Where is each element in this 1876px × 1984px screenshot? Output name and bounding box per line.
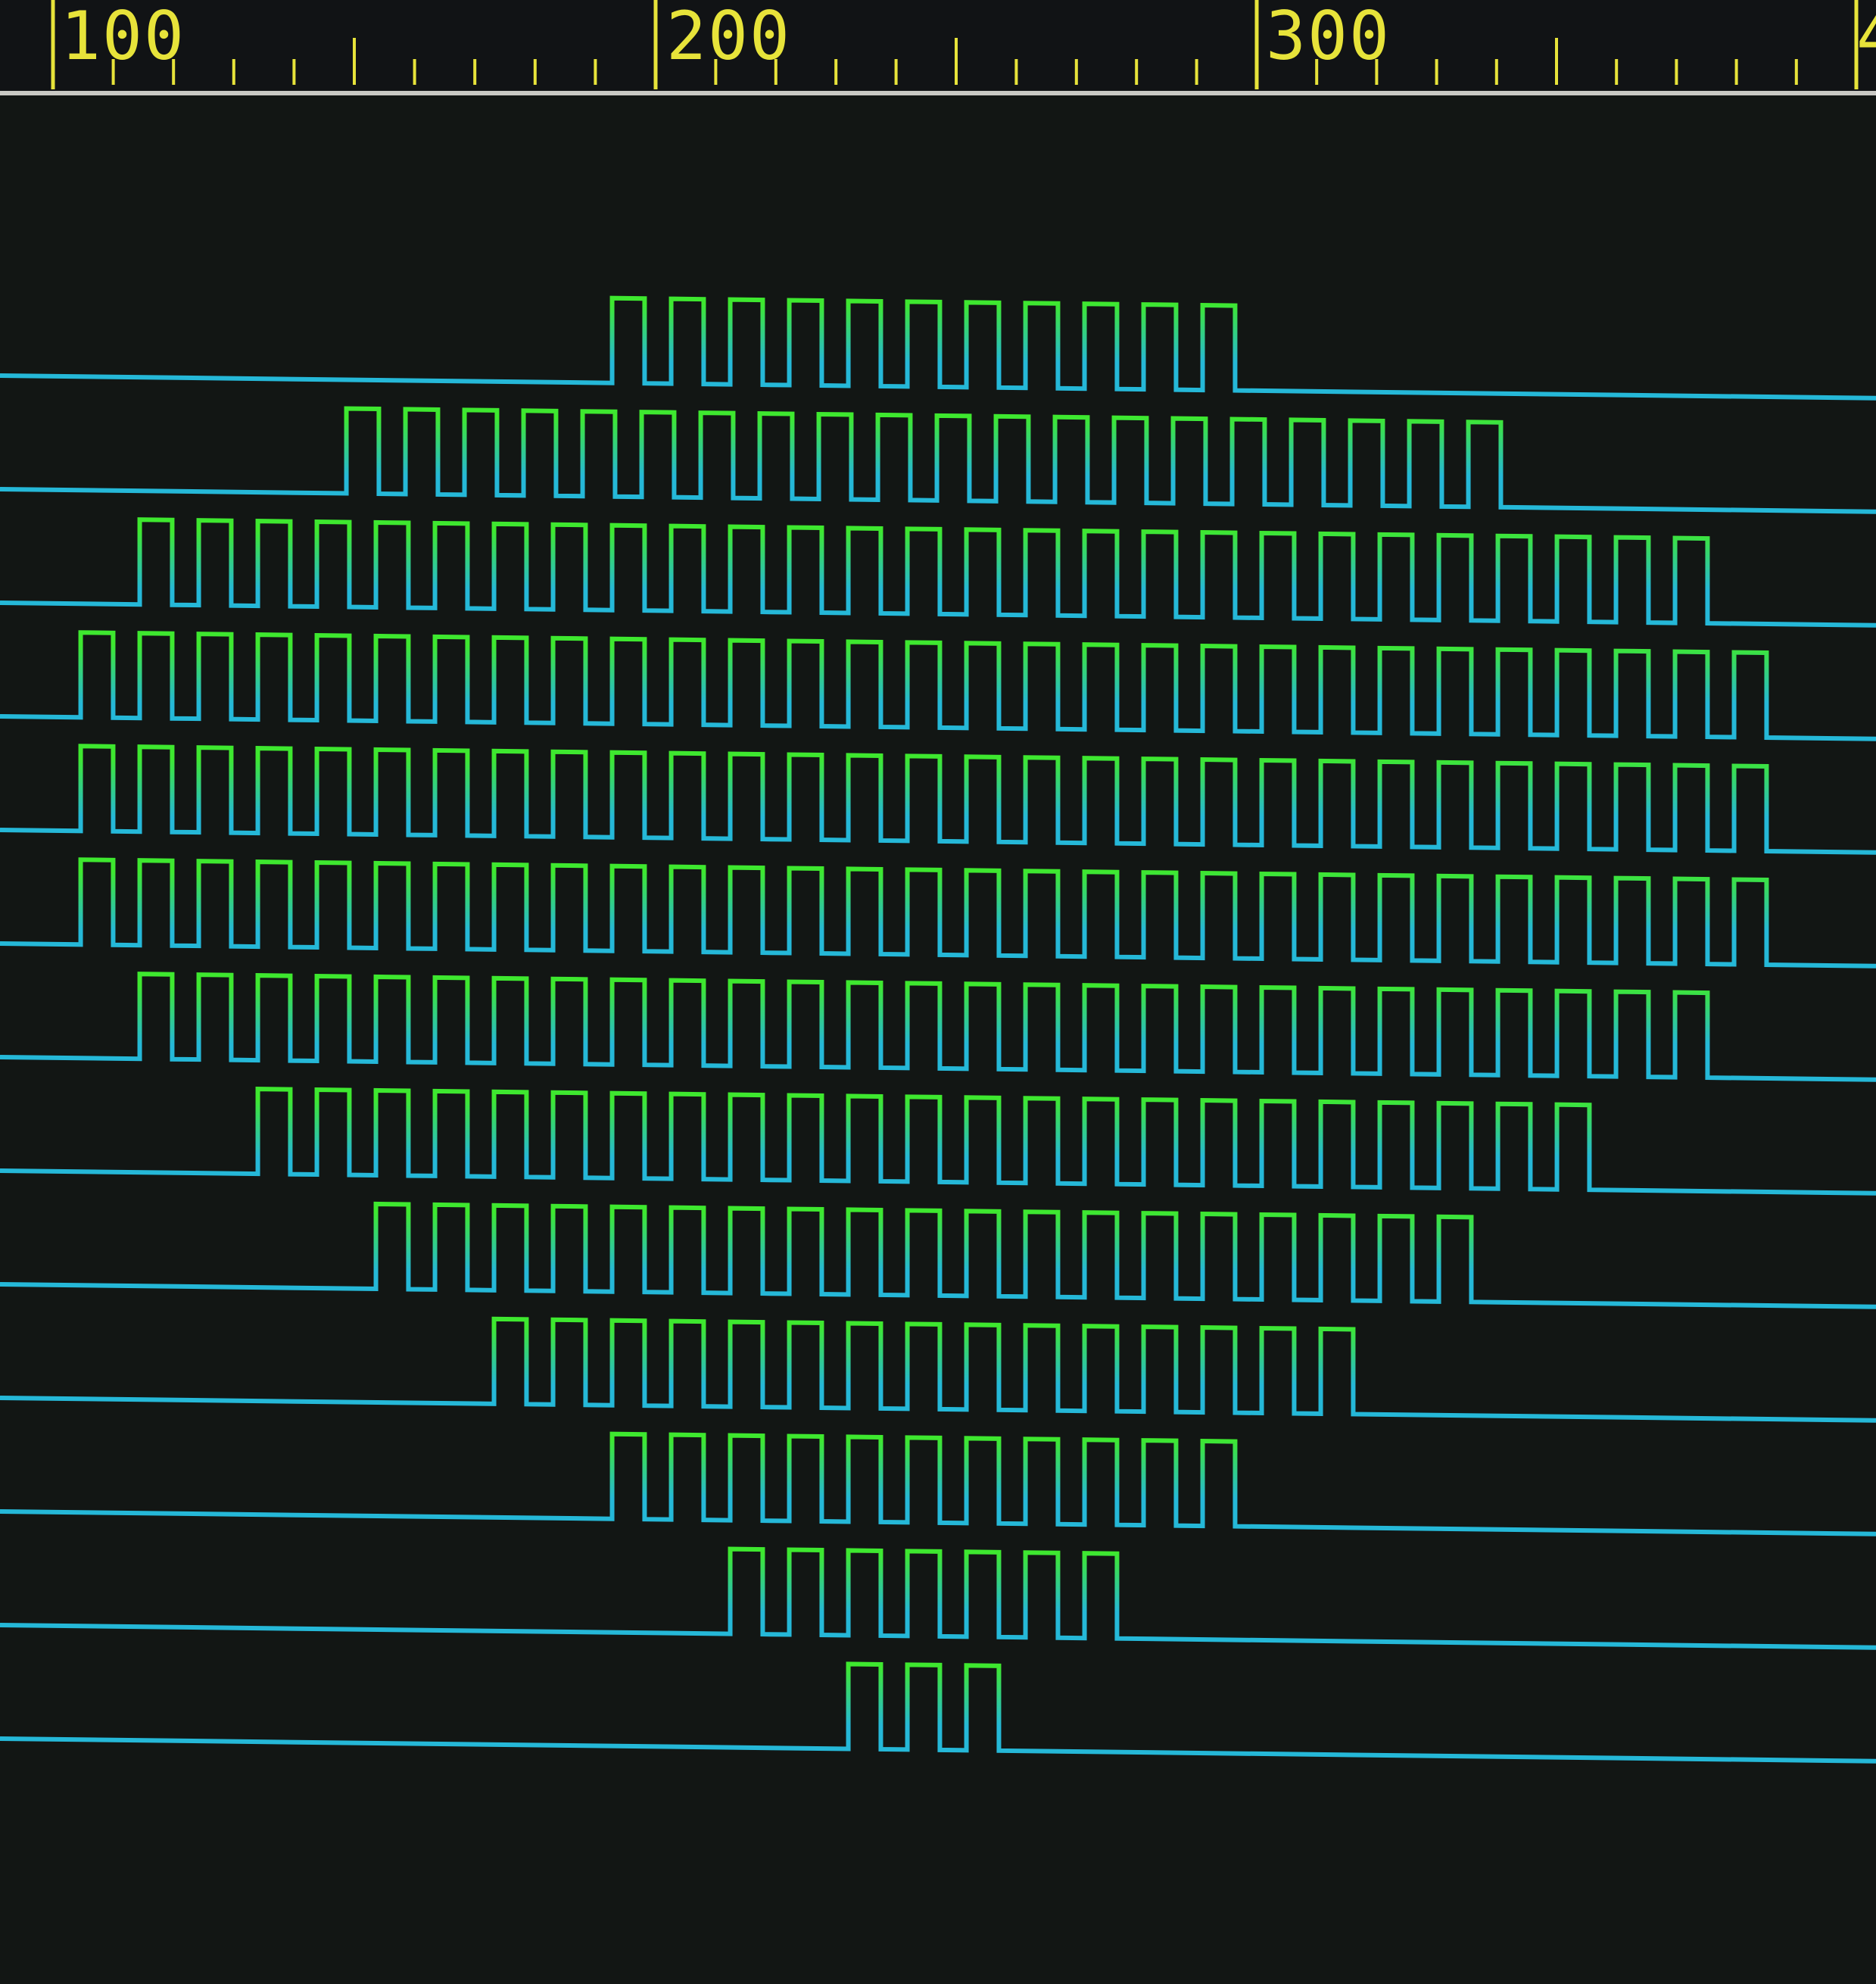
ruler-label-400: 4	[1856, 3, 1876, 70]
ruler-label-300: 300	[1266, 0, 1391, 75]
waveform-area[interactable]	[0, 95, 1876, 1984]
ruler-label-200: 200	[666, 0, 791, 75]
waveform-traces	[0, 295, 1876, 1764]
waveform-trace-7[interactable]	[0, 1087, 1876, 1196]
waveform-trace-0[interactable]	[0, 295, 1876, 401]
waveform-trace-5[interactable]	[0, 857, 1876, 969]
time-ruler[interactable]: 100 200 300 4	[0, 0, 1876, 95]
waveform-trace-1[interactable]	[0, 406, 1876, 514]
waveform-trace-9[interactable]	[0, 1316, 1876, 1423]
waveform-trace-8[interactable]	[0, 1201, 1876, 1309]
waveform-trace-4[interactable]	[0, 744, 1876, 855]
waveform-trace-3[interactable]	[0, 630, 1876, 741]
waveform-trace-11[interactable]	[0, 1546, 1876, 1650]
ruler-ticks	[51, 0, 1859, 89]
waveform-trace-6[interactable]	[0, 972, 1876, 1082]
waveform-viewer-screen: 100 200 300 4	[0, 0, 1876, 1984]
waveform-trace-2[interactable]	[0, 517, 1876, 628]
ruler-label-100: 100	[61, 0, 185, 75]
waveform-trace-12[interactable]	[0, 1661, 1876, 1764]
waveform-trace-10[interactable]	[0, 1431, 1876, 1536]
